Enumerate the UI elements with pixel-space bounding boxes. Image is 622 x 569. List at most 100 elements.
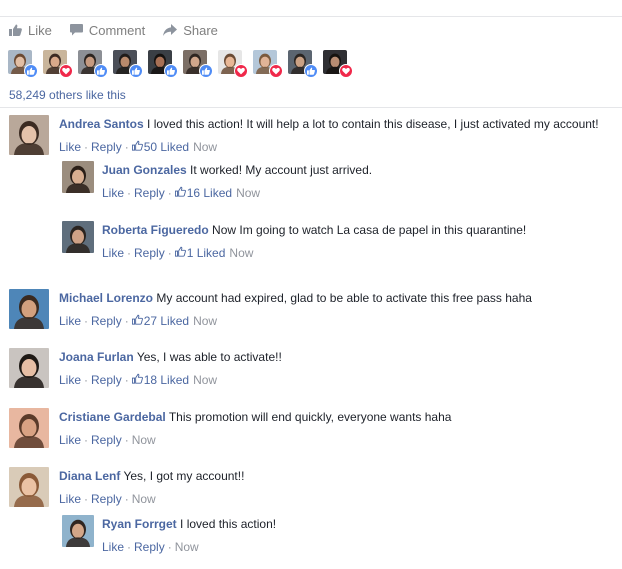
- like-reaction-icon: [199, 64, 213, 78]
- comment-like-count[interactable]: 18 Liked: [144, 373, 189, 388]
- comment-reply-link[interactable]: Reply: [134, 186, 165, 201]
- comment-action-button[interactable]: Comment: [69, 22, 146, 38]
- comment-actions: Like · Reply · 27 Liked Now: [59, 314, 217, 329]
- comment-like-link[interactable]: Like: [102, 186, 124, 201]
- avatar[interactable]: [9, 408, 49, 448]
- comment-timestamp: Now: [193, 140, 218, 154]
- thumbs-up-icon: [9, 24, 22, 36]
- liker-avatar[interactable]: [78, 50, 108, 78]
- comment-timestamp: Now: [131, 492, 156, 506]
- comment-author[interactable]: Diana Lenf: [59, 469, 120, 483]
- comment-body: Roberta Figueredo Now Im going to watch …: [102, 223, 526, 238]
- avatar[interactable]: [62, 161, 94, 193]
- comment-body: Joana Furlan Yes, I was able to activate…: [59, 350, 282, 365]
- comment-timestamp: Now: [131, 433, 156, 447]
- likes-summary-link[interactable]: 58,249 others like this: [9, 88, 126, 102]
- comment-timestamp: Now: [236, 186, 261, 200]
- comment-actions: Like · Reply · 18 Liked Now: [59, 373, 217, 388]
- meta-separator: ·: [127, 540, 132, 554]
- comment-text: Yes, I got my account!!: [123, 469, 245, 483]
- comment-reply-link[interactable]: Reply: [91, 492, 122, 507]
- comment-action-label: Comment: [88, 22, 146, 38]
- heart-reaction-icon: [234, 64, 248, 78]
- avatar[interactable]: [9, 115, 49, 155]
- like-action-button[interactable]: Like: [9, 23, 52, 38]
- comment-body: Michael Lorenzo My account had expired, …: [59, 291, 532, 306]
- comment-like-link[interactable]: Like: [59, 492, 81, 507]
- comment-timestamp: Now: [229, 246, 254, 260]
- meta-separator: ·: [124, 433, 129, 447]
- comment-reply-link[interactable]: Reply: [134, 246, 165, 261]
- comment-reply-link[interactable]: Reply: [91, 433, 122, 448]
- comment-author[interactable]: Cristiane Gardebal: [59, 410, 166, 424]
- comment-like-count[interactable]: 16 Liked: [187, 186, 232, 201]
- like-reaction-icon: [129, 64, 143, 78]
- avatar[interactable]: [9, 467, 49, 507]
- liker-avatar[interactable]: [43, 50, 73, 78]
- meta-separator: ·: [167, 246, 172, 260]
- comment-like-link[interactable]: Like: [102, 246, 124, 261]
- thumbs-up-icon: [131, 373, 143, 388]
- comment-author[interactable]: Roberta Figueredo: [102, 223, 209, 237]
- meta-separator: ·: [84, 314, 89, 328]
- meta-separator: ·: [124, 314, 129, 328]
- meta-separator: ·: [124, 140, 129, 154]
- meta-separator: ·: [127, 246, 132, 260]
- comment-like-link[interactable]: Like: [59, 433, 81, 448]
- comment-timestamp: Now: [174, 540, 199, 554]
- like-reaction-icon: [164, 64, 178, 78]
- comment-author[interactable]: Michael Lorenzo: [59, 291, 153, 305]
- comment-like-link[interactable]: Like: [59, 140, 81, 155]
- meta-separator: ·: [167, 186, 172, 200]
- share-action-button[interactable]: Share: [163, 23, 218, 38]
- comment-author[interactable]: Joana Furlan: [59, 350, 134, 364]
- post-action-bar: Like Comment Share: [9, 21, 236, 39]
- comment-text: It worked! My account just arrived.: [190, 163, 373, 177]
- comment-reply-link[interactable]: Reply: [91, 373, 122, 388]
- liker-avatar[interactable]: [183, 50, 213, 78]
- comment-reply-link[interactable]: Reply: [91, 140, 122, 155]
- avatar[interactable]: [9, 348, 49, 388]
- comment-author[interactable]: Andrea Santos: [59, 117, 144, 131]
- thumbs-up-icon: [131, 140, 143, 155]
- liker-avatar[interactable]: [323, 50, 353, 78]
- meta-separator: ·: [84, 433, 89, 447]
- liker-avatar[interactable]: [113, 50, 143, 78]
- comment-text: This promotion will end quickly, everyon…: [168, 410, 452, 424]
- meta-separator: ·: [84, 140, 89, 154]
- comment-actions: Like · Reply · 50 Liked Now: [59, 140, 217, 155]
- meta-separator: ·: [84, 373, 89, 387]
- comment-timestamp: Now: [193, 314, 218, 328]
- comment-like-link[interactable]: Like: [59, 314, 81, 329]
- comment-like-link[interactable]: Like: [102, 540, 124, 555]
- comment-body: Ryan Forrget I loved this action!: [102, 517, 276, 532]
- comment-text: Yes, I was able to activate!!: [136, 350, 282, 364]
- share-action-label: Share: [183, 22, 218, 38]
- comment-text: My account had expired, glad to be able …: [156, 291, 532, 305]
- comment-actions: Like · Reply · 16 Liked Now: [102, 186, 260, 201]
- avatar[interactable]: [9, 289, 49, 329]
- comment-like-count[interactable]: 1 Liked: [187, 246, 226, 261]
- liker-avatar[interactable]: [288, 50, 318, 78]
- liker-avatar[interactable]: [148, 50, 178, 78]
- comment-like-link[interactable]: Like: [59, 373, 81, 388]
- heart-reaction-icon: [269, 64, 283, 78]
- avatar[interactable]: [62, 515, 94, 547]
- top-divider: [0, 16, 622, 17]
- share-arrow-icon: [163, 24, 178, 36]
- comment-timestamp: Now: [193, 373, 218, 387]
- liker-avatar[interactable]: [8, 50, 38, 78]
- comment-like-count[interactable]: 27 Liked: [144, 314, 189, 329]
- meta-separator: ·: [124, 373, 129, 387]
- liker-avatar[interactable]: [218, 50, 248, 78]
- comment-reply-link[interactable]: Reply: [91, 314, 122, 329]
- meta-separator: ·: [167, 540, 172, 554]
- comment-text: I loved this action! It will help a lot …: [147, 117, 599, 131]
- avatar[interactable]: [62, 221, 94, 253]
- comment-author[interactable]: Juan Gonzales: [102, 163, 187, 177]
- comment-author[interactable]: Ryan Forrget: [102, 517, 177, 531]
- comment-like-count[interactable]: 50 Liked: [144, 140, 189, 155]
- comment-body: Juan Gonzales It worked! My account just…: [102, 163, 372, 178]
- liker-avatar[interactable]: [253, 50, 283, 78]
- comment-reply-link[interactable]: Reply: [134, 540, 165, 555]
